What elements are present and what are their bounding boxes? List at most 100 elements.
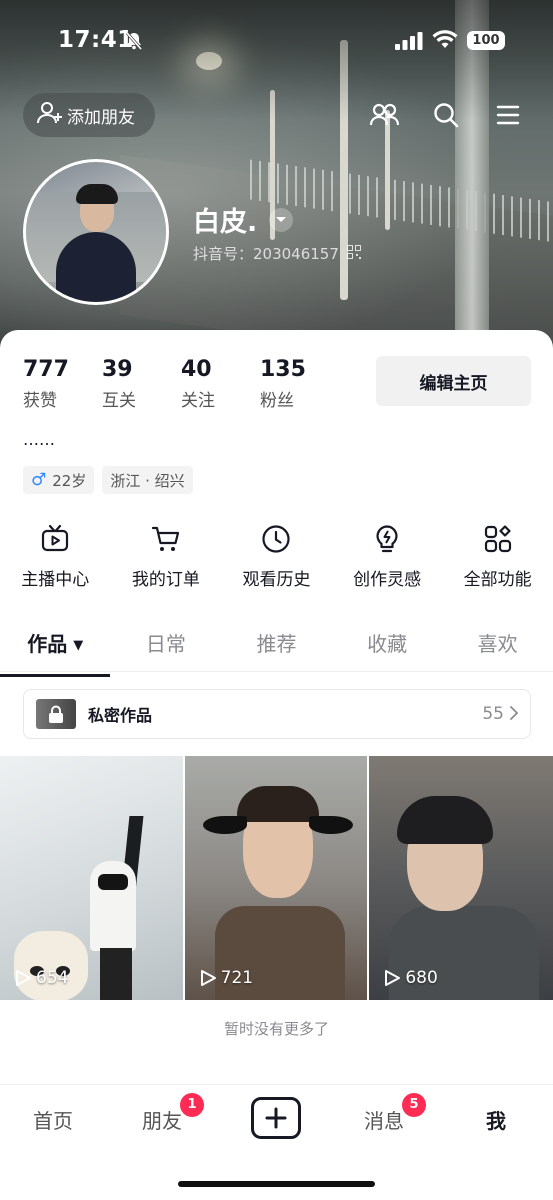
stat-value: 40 — [181, 357, 212, 382]
douyin-id-text: 抖音号：203046157 — [193, 245, 339, 263]
function-label: 我的订单 — [131, 570, 200, 590]
create-button[interactable] — [251, 1097, 301, 1139]
caret-down-icon: ▼ — [73, 637, 84, 653]
douyin-id[interactable]: 抖音号：203046157 — [193, 243, 361, 264]
tab-works[interactable]: 作品 ▼ — [0, 622, 111, 677]
profile-name-text: 白皮. — [193, 207, 258, 238]
stat-likes[interactable]: 777 获赞 — [23, 357, 102, 411]
tab-daily[interactable]: 日常 — [111, 622, 222, 671]
private-works-label: 私密作品 — [88, 706, 153, 725]
video-thumbnail[interactable]: 680 — [369, 756, 553, 1000]
thumb-shape — [397, 796, 494, 844]
video-views: 654 — [14, 968, 68, 988]
stat-value: 135 — [260, 357, 306, 382]
grid-icon — [483, 520, 513, 558]
avatar-figure-body — [56, 232, 136, 302]
stat-following[interactable]: 40 关注 — [181, 357, 260, 411]
nav-friends[interactable]: 朋友 1 — [142, 1093, 204, 1134]
thumb-shape — [308, 816, 353, 834]
cart-icon — [151, 520, 181, 558]
video-view-count: 721 — [220, 968, 254, 988]
function-label: 观看历史 — [242, 570, 311, 590]
lock-icon — [36, 699, 76, 729]
video-views: 680 — [383, 968, 438, 988]
function-watch-history[interactable]: 观看历史 — [221, 520, 332, 590]
tv-icon — [40, 520, 70, 558]
private-works-row[interactable]: 私密作品 55 — [23, 689, 531, 739]
messages-badge: 5 — [402, 1093, 426, 1117]
play-icon — [16, 970, 31, 986]
plus-icon — [265, 1107, 287, 1129]
status-bar: 17:41 100 — [0, 0, 553, 82]
function-label: 创作灵感 — [353, 570, 422, 590]
nav-friends-label: 朋友 — [142, 1109, 182, 1133]
play-icon — [200, 970, 216, 986]
edit-profile-button[interactable]: 编辑主页 — [376, 356, 531, 406]
chevron-right-icon — [510, 705, 519, 724]
thumb-shape — [98, 874, 128, 890]
home-indicator[interactable] — [178, 1181, 375, 1187]
thumb-shape — [202, 816, 247, 834]
function-creative-inspiration[interactable]: 创作灵感 — [332, 520, 443, 590]
battery-indicator: 100 — [467, 31, 505, 50]
signal-icon — [395, 32, 423, 54]
function-all-features[interactable]: 全部功能 — [442, 520, 553, 590]
bulb-icon — [372, 520, 402, 558]
no-more-content-text: 暂时没有更多了 — [223, 1020, 329, 1038]
tab-label: 作品 — [27, 632, 68, 656]
qr-code-icon[interactable] — [346, 244, 361, 263]
stat-label: 获赞 — [23, 391, 57, 411]
stat-followers[interactable]: 135 粉丝 — [260, 357, 339, 411]
clock-icon — [261, 520, 291, 558]
video-view-count: 680 — [405, 968, 438, 988]
location-tag: 浙江 · 绍兴 — [102, 466, 193, 494]
age-text: 22岁 — [52, 471, 87, 490]
menu-icon[interactable] — [491, 98, 525, 132]
video-grid: 654 721 680 — [0, 756, 553, 1000]
add-friend-label: 添加朋友 — [67, 107, 135, 128]
stat-value: 39 — [102, 357, 133, 382]
status-time: 17:41 — [58, 27, 134, 53]
stat-label: 互关 — [102, 391, 136, 411]
gender-age-tag: ♂ 22岁 — [23, 466, 95, 494]
stat-label: 关注 — [181, 391, 215, 411]
private-works-count: 55 — [482, 704, 504, 724]
add-user-icon — [37, 101, 67, 130]
male-icon: ♂ — [31, 470, 47, 490]
tab-likes[interactable]: 喜欢 — [442, 622, 553, 671]
bio-text[interactable]: …… — [23, 430, 55, 449]
nav-home[interactable]: 首页 — [33, 1105, 73, 1134]
profile-tags: ♂ 22岁 浙江 · 绍兴 — [23, 466, 201, 494]
nav-messages-label: 消息 — [364, 1109, 404, 1133]
content-tabs: 作品 ▼ 日常 推荐 收藏 喜欢 — [0, 622, 553, 677]
wifi-icon — [432, 30, 458, 54]
avatar[interactable] — [23, 159, 169, 305]
video-view-count: 654 — [36, 968, 69, 988]
avatar-figure-hair — [76, 184, 118, 204]
function-label: 全部功能 — [463, 570, 532, 590]
tab-recommended[interactable]: 推荐 — [221, 622, 332, 671]
mute-bell-icon — [124, 31, 144, 55]
friends-badge: 1 — [180, 1093, 204, 1117]
function-shortcuts: 主播中心 我的订单 观看历史 创作灵感 全部功能 — [0, 520, 553, 590]
stat-value: 777 — [23, 357, 69, 382]
video-thumbnail[interactable]: 721 — [184, 756, 368, 1000]
play-icon — [385, 970, 401, 986]
nav-me[interactable]: 我 — [486, 1105, 506, 1134]
thumb-shape — [100, 948, 132, 1000]
video-thumbnail[interactable]: 654 — [0, 756, 183, 1000]
thumb-shape — [14, 931, 88, 1000]
tab-favorites[interactable]: 收藏 — [332, 622, 443, 671]
function-anchor-center[interactable]: 主播中心 — [0, 520, 111, 590]
search-icon[interactable] — [429, 98, 463, 132]
function-label: 主播中心 — [21, 570, 90, 590]
friends-icon[interactable] — [367, 98, 401, 132]
function-my-orders[interactable]: 我的订单 — [111, 520, 222, 590]
chevron-down-icon[interactable] — [269, 207, 294, 232]
stat-mutual[interactable]: 39 互关 — [102, 357, 181, 411]
thumb-shape — [236, 786, 319, 822]
video-views: 721 — [199, 968, 253, 988]
profile-name[interactable]: 白皮. — [193, 200, 294, 239]
add-friend-button[interactable]: 添加朋友 — [23, 93, 155, 137]
nav-messages[interactable]: 消息 5 — [364, 1093, 426, 1134]
